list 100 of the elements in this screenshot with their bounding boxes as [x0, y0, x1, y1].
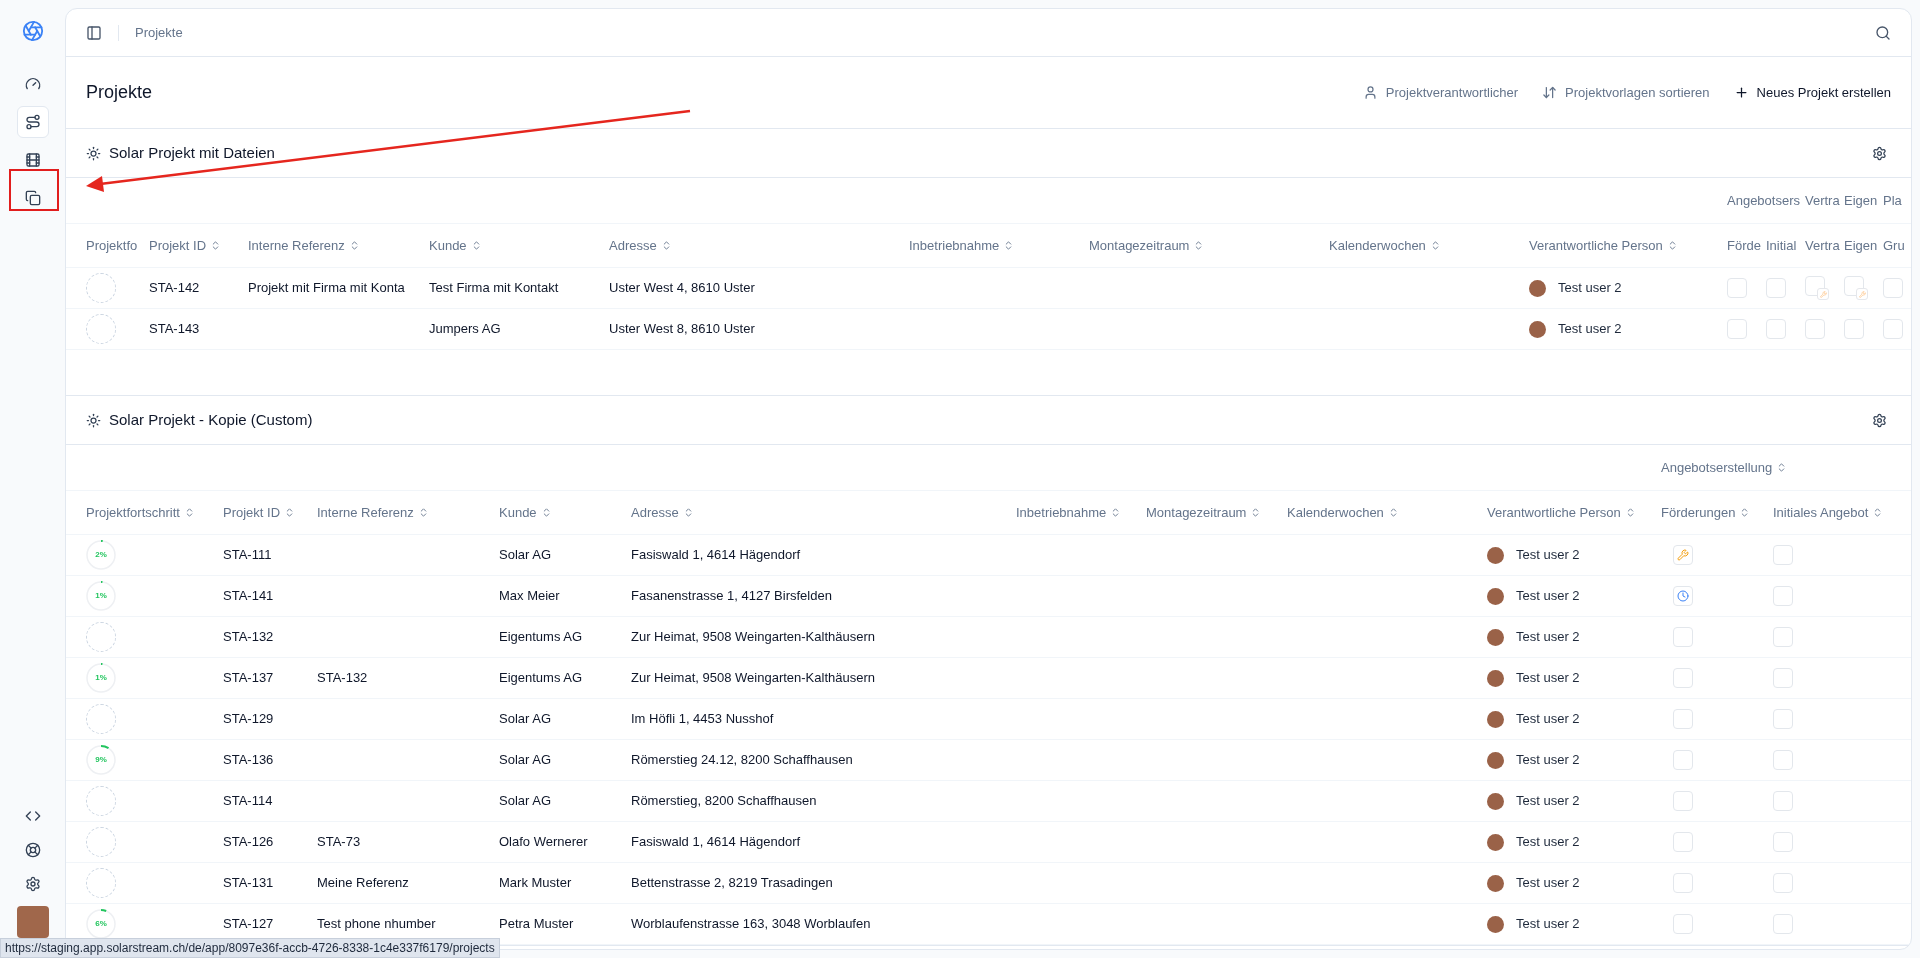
- status-checkbox[interactable]: [1773, 791, 1793, 811]
- status-checkbox[interactable]: [1673, 709, 1693, 729]
- status-checkbox[interactable]: [1883, 278, 1903, 298]
- column-header[interactable]: Kunde: [429, 235, 467, 256]
- reference-cell: STA-132: [317, 670, 368, 686]
- avatar-placeholder: [1529, 320, 1546, 338]
- search-icon[interactable]: [1875, 24, 1891, 41]
- column-header[interactable]: Projekt ID: [223, 502, 281, 523]
- column-header[interactable]: Kalenderwochen: [1287, 502, 1384, 523]
- person-name: Test user 2: [1516, 669, 1580, 688]
- person-name: Test user 2: [1516, 628, 1580, 647]
- person-name: Test user 2: [1516, 874, 1580, 893]
- wrench-icon: [1677, 549, 1689, 561]
- status-checkbox[interactable]: [1673, 627, 1693, 647]
- status-checkbox[interactable]: [1766, 278, 1786, 298]
- column-header: Initial: [1766, 236, 1797, 255]
- toolbar-button[interactable]: Projektverantwortlicher: [1362, 82, 1519, 103]
- status-checkbox[interactable]: [1673, 750, 1693, 770]
- clock-icon: [1677, 590, 1689, 602]
- status-checkbox[interactable]: [1673, 791, 1693, 811]
- customer-cell-text: Solar AG: [499, 546, 553, 565]
- column-header[interactable]: Adresse: [631, 502, 679, 523]
- project-id: STA-127: [223, 915, 275, 934]
- address-cell-text: Fasiswald 1, 4614 Hägendorf: [631, 833, 802, 852]
- progress-ring: [86, 663, 116, 693]
- column-header[interactable]: Kunde: [499, 502, 537, 523]
- group-header: Eigen: [1844, 191, 1878, 210]
- group-header: Angebotsers: [1727, 191, 1800, 210]
- person-name: Test user 2: [1516, 587, 1580, 606]
- avatar-placeholder: [1487, 669, 1504, 687]
- status-checkbox[interactable]: [1773, 586, 1793, 606]
- status-checkbox[interactable]: [1673, 873, 1693, 893]
- status-button[interactable]: [1673, 586, 1693, 606]
- column-header: Förde: [1727, 236, 1761, 255]
- column-header[interactable]: Interne Referenz: [248, 235, 345, 256]
- group-header: Vertra: [1805, 191, 1840, 210]
- status-checkbox[interactable]: [1773, 914, 1793, 934]
- nav-button[interactable]: [16, 106, 49, 138]
- status-checkbox[interactable]: [1673, 832, 1693, 852]
- reference-cell: STA-73: [317, 834, 361, 850]
- help-icon[interactable]: [24, 842, 41, 858]
- person-name: Test user 2: [1516, 710, 1580, 729]
- progress-percent: 1%: [95, 592, 107, 600]
- status-checkbox[interactable]: [1773, 627, 1793, 647]
- address-cell-text: Bettenstrasse 2, 8219 Trasadingen: [631, 874, 834, 893]
- sidebar-toggle-icon[interactable]: [86, 24, 102, 41]
- app-logo-icon[interactable]: [21, 20, 44, 42]
- column-header[interactable]: Adresse: [609, 235, 657, 256]
- column-header[interactable]: Verantwortliche Person: [1529, 235, 1663, 256]
- status-checkbox[interactable]: [1727, 278, 1747, 298]
- address-cell-text: Im Höfli 1, 4453 Nusshof: [631, 710, 775, 729]
- status-checkbox[interactable]: [1727, 319, 1747, 339]
- code-icon[interactable]: [24, 808, 41, 824]
- breadcrumb[interactable]: Projekte: [135, 22, 183, 43]
- section-title: Solar Projekt mit Dateien: [109, 142, 275, 163]
- status-button[interactable]: [1673, 545, 1693, 565]
- column-header[interactable]: Verantwortliche Person: [1487, 502, 1621, 523]
- column-header[interactable]: Inbetriebnahme: [909, 235, 1000, 256]
- avatar-placeholder: [1487, 751, 1504, 769]
- avatar-placeholder: [1487, 628, 1504, 646]
- copy-icon: [24, 190, 41, 206]
- sort-arrows-icon: [1542, 85, 1558, 100]
- status-checkbox[interactable]: [1773, 750, 1793, 770]
- status-checkbox[interactable]: [1883, 319, 1903, 339]
- column-header[interactable]: Inbetriebnahme: [1016, 502, 1107, 523]
- column-header[interactable]: Montagezeitraum: [1146, 502, 1247, 523]
- column-header[interactable]: Montagezeitraum: [1089, 235, 1190, 256]
- customer-cell-text: Eigentums AG: [499, 669, 584, 688]
- settings-icon[interactable]: [24, 876, 41, 892]
- customer-cell-text: Eigentums AG: [499, 628, 584, 647]
- customer-cell-text: Solar AG: [499, 710, 553, 729]
- status-checkbox[interactable]: [1673, 914, 1693, 934]
- column-header[interactable]: Kalenderwochen: [1329, 235, 1426, 256]
- project-id: STA-126: [223, 833, 275, 852]
- avatar-placeholder: [1487, 587, 1504, 605]
- status-checkbox[interactable]: [1844, 319, 1864, 339]
- status-checkbox[interactable]: [1773, 832, 1793, 852]
- status-checkbox[interactable]: [1805, 319, 1825, 339]
- status-checkbox[interactable]: [1766, 319, 1786, 339]
- person-name: Test user 2: [1516, 915, 1580, 934]
- column-header[interactable]: Initiales Angebot: [1773, 502, 1869, 523]
- address-cell-text: Uster West 4, 8610 Uster: [609, 279, 756, 298]
- column-header[interactable]: Förderungen: [1661, 502, 1736, 523]
- status-checkbox[interactable]: [1773, 668, 1793, 688]
- column-header[interactable]: Projekt ID: [149, 235, 207, 256]
- column-header[interactable]: Projektfortschritt: [86, 502, 180, 523]
- toolbar-button[interactable]: Projektvorlagen sortieren: [1542, 82, 1710, 103]
- avatar-placeholder: [1487, 874, 1504, 892]
- status-checkbox[interactable]: [1773, 545, 1793, 565]
- status-checkbox[interactable]: [1773, 709, 1793, 729]
- column-header[interactable]: Interne Referenz: [317, 502, 414, 523]
- progress-percent: 9%: [95, 756, 107, 764]
- toolbar-button[interactable]: Neues Projekt erstellen: [1733, 82, 1891, 103]
- person-name: Test user 2: [1558, 279, 1622, 298]
- project-id: STA-132: [223, 628, 275, 647]
- person-name: Test user 2: [1516, 546, 1580, 565]
- user-avatar-placeholder[interactable]: [16, 906, 49, 938]
- group-header[interactable]: Angebotserstellung: [1661, 457, 1773, 478]
- status-checkbox[interactable]: [1673, 668, 1693, 688]
- status-checkbox[interactable]: [1773, 873, 1793, 893]
